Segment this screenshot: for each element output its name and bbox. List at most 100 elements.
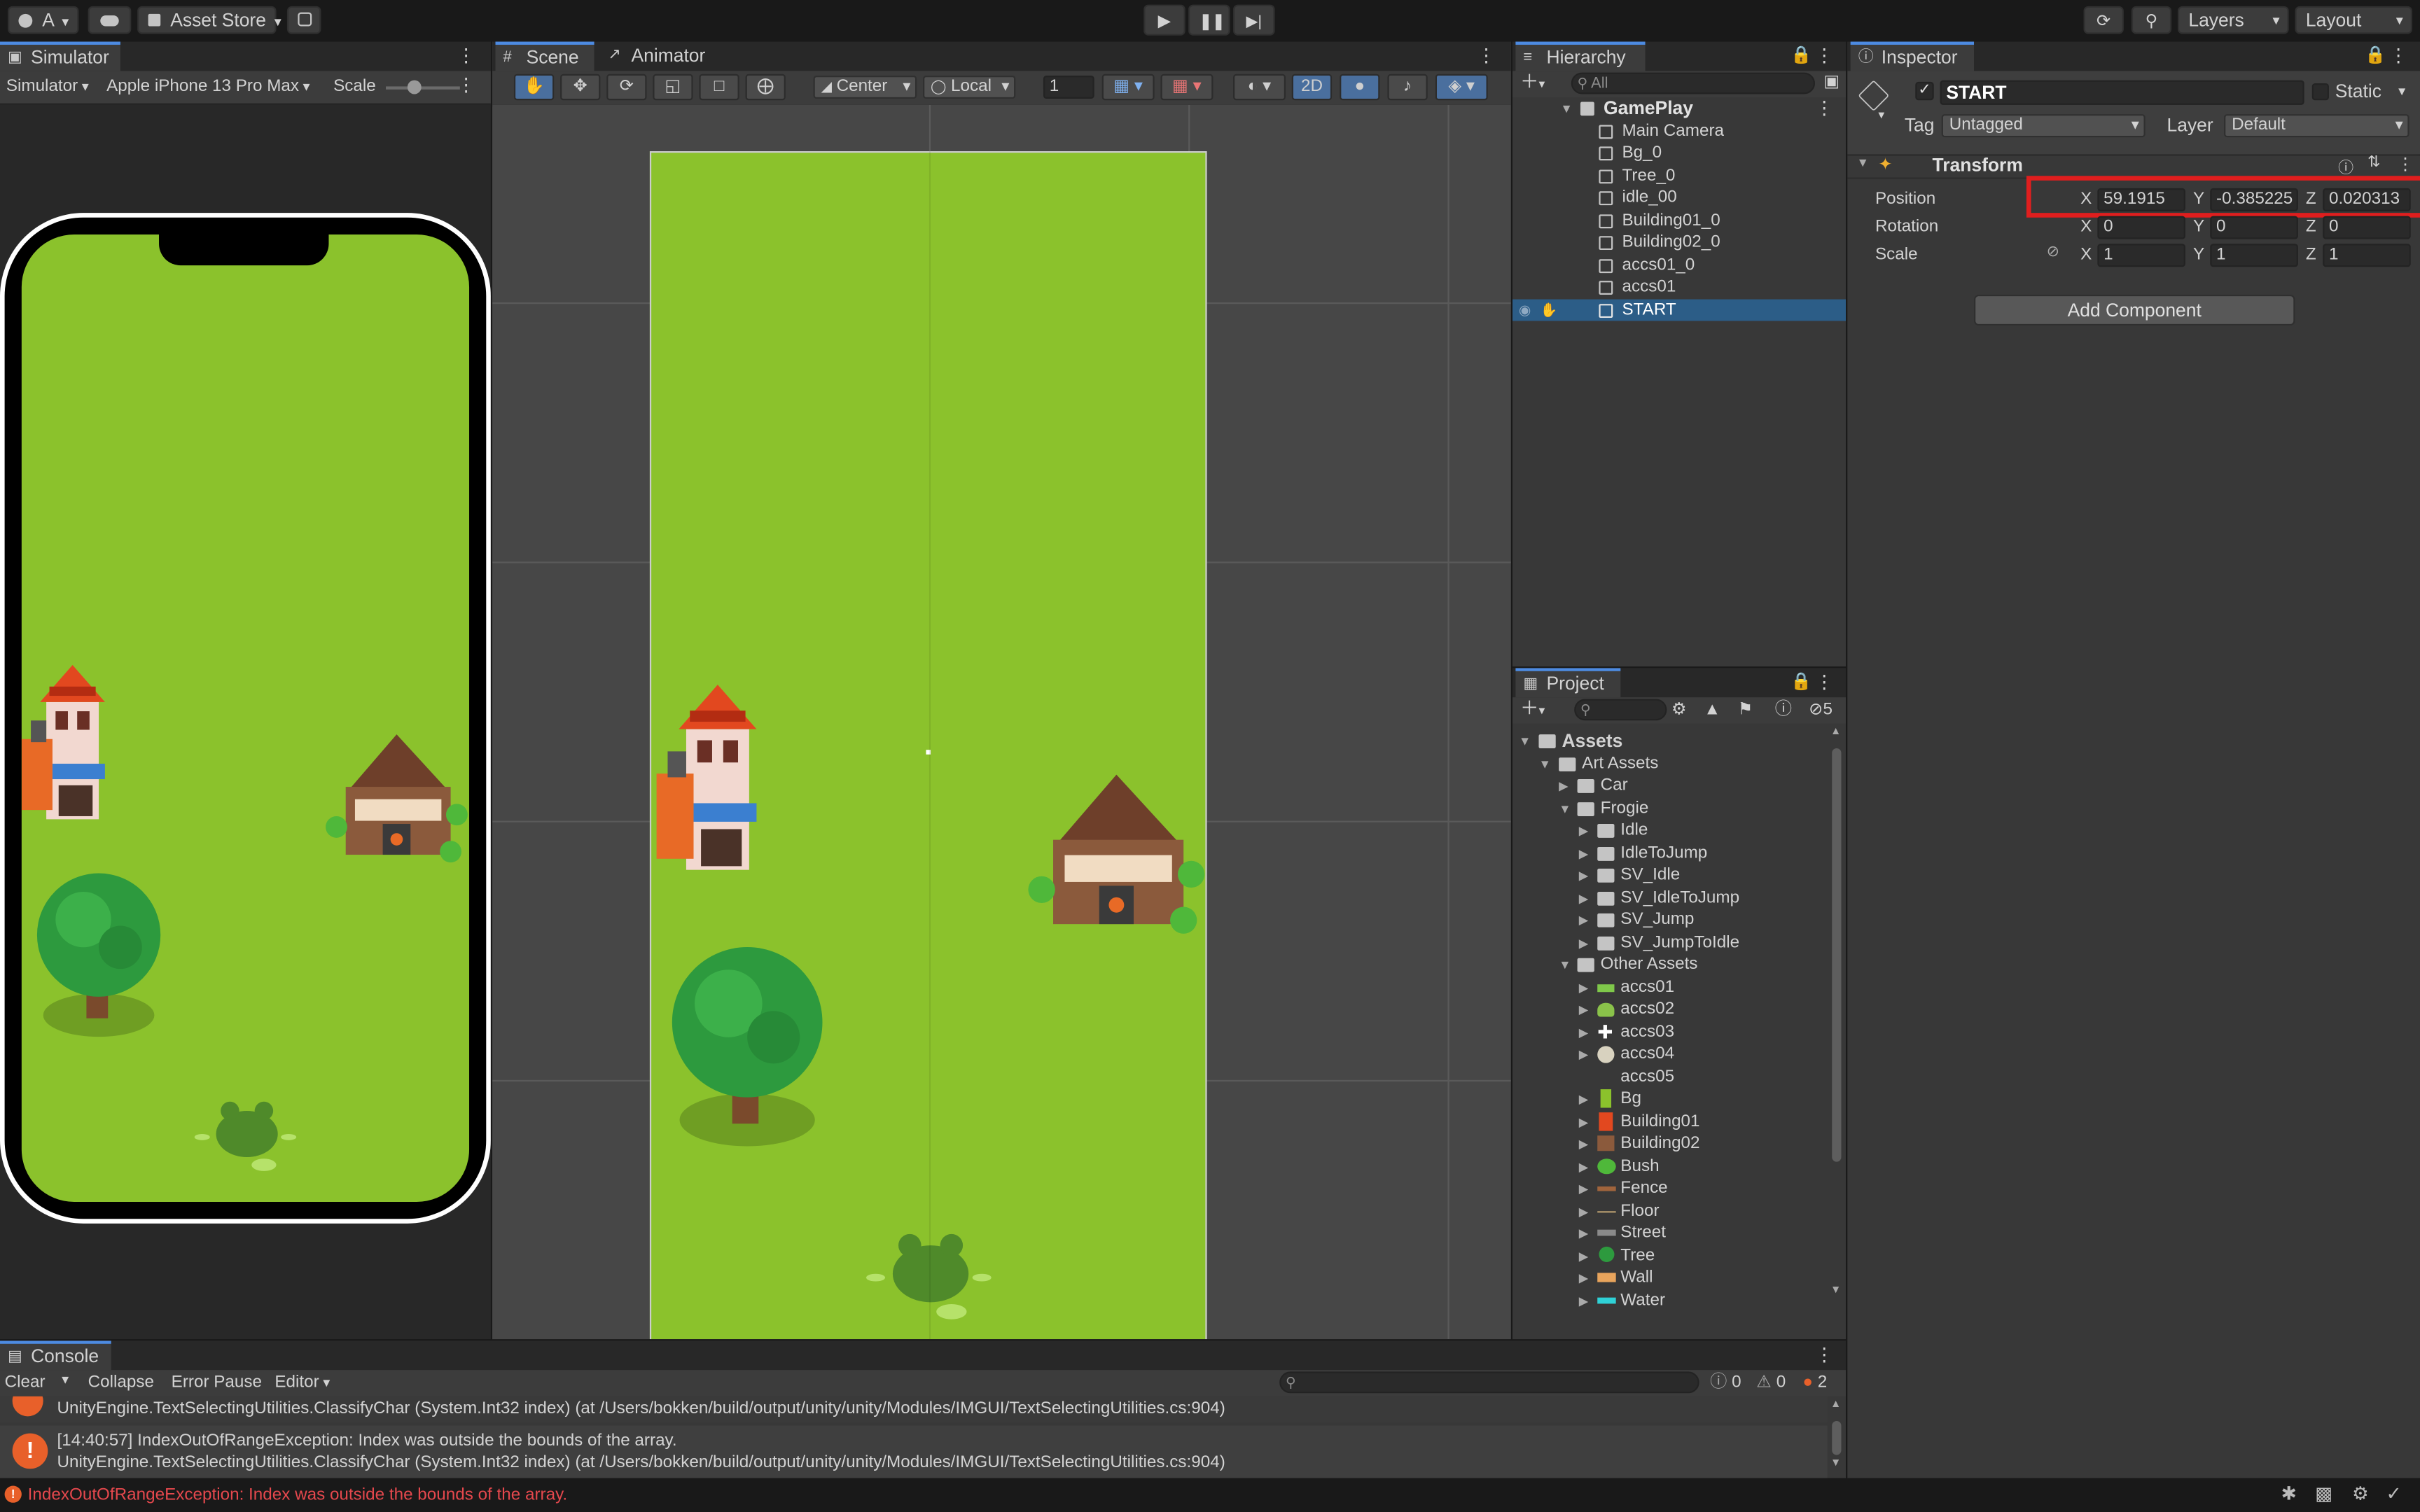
preset-icon[interactable]: ⇅ [2367,154,2380,171]
filter-by-label-icon[interactable]: ▲ [1704,699,1720,722]
account-button[interactable]: A ▾ [8,6,79,34]
project-asset-item[interactable]: ▶ Bush [1512,1155,1830,1177]
tab-hierarchy[interactable]: ≡ Hierarchy [1515,41,1646,71]
scroll-down-icon[interactable]: ▼ [1830,1285,1841,1296]
rotation-x-input[interactable]: 0 [2097,216,2185,239]
tab-animator[interactable]: ↗ Animator [600,42,714,71]
simulator-mode-dropdown[interactable]: Simulator ▾ [6,76,89,99]
error-count-toggle[interactable]: ● 2 [1802,1371,1827,1394]
pause-button[interactable]: ❚❚ [1188,4,1230,36]
project-asset-item[interactable]: ▶ Wall [1512,1267,1830,1289]
project-folder-frogie[interactable]: ▼ Frogie [1512,797,1830,819]
project-scrollbar-thumb[interactable] [1832,748,1842,1162]
project-asset-item[interactable]: ▶ Fence [1512,1177,1830,1200]
project-folder-item[interactable]: ▶ SV_JumpToIdle [1512,931,1830,953]
play-button[interactable]: ▶ [1143,4,1185,36]
console-scrollbar[interactable]: ▲ ▼ [1830,1399,1843,1476]
tab-scene[interactable]: # Scene [495,41,594,71]
hierarchy-scene-row[interactable]: ▼ GamePlay ⋮ [1512,97,1846,120]
more-options-icon[interactable]: ⋮ [1477,45,1495,68]
scale-tool-button[interactable]: ◱ [653,74,693,101]
rotation-x-label[interactable]: X [2080,216,2092,239]
console-log-entry[interactable]: ! [14:40:57] IndexOutOfRangeException: I… [0,1425,1828,1478]
object-name-input[interactable]: START [1940,80,2304,105]
tag-dropdown[interactable]: Untagged [1941,114,2146,138]
project-folder-item[interactable]: ▶ SV_Idle [1512,864,1830,886]
warning-count-toggle[interactable]: ⚠ 0 [1756,1371,1786,1394]
pickable-hand-icon[interactable]: ✋ [1541,298,1558,321]
help-icon[interactable]: ⓘ [2338,154,2353,177]
project-folder-item[interactable]: ▶ SV_Jump [1512,909,1830,931]
more-options-icon[interactable]: ⋮ [457,45,475,68]
console-search-input[interactable]: ⚲ [1279,1371,1699,1394]
hierarchy-item[interactable]: Tree_0 [1512,164,1846,187]
scale-slider[interactable] [386,80,460,94]
info-icon[interactable]: ⓘ [1775,699,1792,722]
collapse-button[interactable]: Collapse [88,1371,154,1394]
project-asset-item[interactable]: ▶ Building02 [1512,1133,1830,1155]
error-pause-button[interactable]: Error Pause [172,1371,262,1394]
status-message[interactable]: IndexOutOfRangeException: Index was outs… [28,1484,567,1507]
rotation-z-label[interactable]: Z [2306,216,2316,239]
project-folder-item[interactable]: ▶ Idle [1512,819,1830,841]
chevron-down-icon[interactable]: ▾ [2398,83,2405,100]
scroll-up-icon[interactable]: ▲ [1830,1399,1841,1410]
tab-inspector[interactable]: ⓘ Inspector [1850,41,1975,71]
project-folder-item[interactable]: ▶ SV_IdleToJump [1512,886,1830,909]
static-checkbox[interactable] [2311,83,2329,101]
search-by-type-icon[interactable]: ⚙ [1671,699,1687,722]
hierarchy-item[interactable]: Building02_0 [1512,232,1846,254]
effects-toggle-button[interactable]: ◈ ▾ [1435,74,1488,101]
hierarchy-item[interactable]: accs01 [1512,276,1846,299]
project-folder-item[interactable]: ▶ IdleToJump [1512,841,1830,864]
hierarchy-item[interactable]: Bg_0 [1512,142,1846,164]
scale-x-input[interactable]: 1 [2097,244,2185,267]
hierarchy-item[interactable]: Building01_0 [1512,209,1846,232]
constrain-proportions-icon[interactable]: ⊘ [2047,244,2059,260]
hierarchy-item[interactable]: accs01_0 [1512,254,1846,276]
scale-y-label[interactable]: Y [2193,244,2204,267]
create-button[interactable]: ＋▾ [1520,71,1545,95]
progress-complete-icon[interactable]: ✓ [2386,1483,2402,1504]
project-asset-item[interactable]: ▶ Floor [1512,1200,1830,1222]
project-folder-art-assets[interactable]: ▼ Art Assets [1512,752,1830,774]
phone-screen[interactable] [21,234,470,1202]
grid-size-input[interactable]: 1 [1043,75,1094,99]
clear-options-dropdown-icon[interactable]: ▾ [62,1371,69,1388]
history-button[interactable]: ⟳ [2083,6,2124,34]
debug-mode-icon[interactable]: ✱ [2281,1483,2297,1504]
layer-dropdown[interactable]: Default [2224,114,2409,138]
clear-button[interactable]: Clear [5,1371,46,1394]
lock-icon[interactable]: 🔒 [1790,45,1811,68]
audio-toggle-button[interactable]: ♪ [1387,74,1428,101]
lock-icon[interactable]: 🔒 [2365,45,2386,68]
2d-toggle-button[interactable]: 2D [1291,74,1333,101]
rotation-z-input[interactable]: 0 [2323,216,2411,239]
rect-tool-button[interactable]: □ [699,74,739,101]
project-scrollbar[interactable]: ▲ ▼ [1830,727,1843,1304]
hierarchy-search-input[interactable]: ⚲ All [1571,72,1815,94]
tag-icon[interactable]: ⚑ [1738,699,1753,722]
console-log-entry[interactable]: UnityEngine.TextSelectingUtilities.Class… [0,1396,1828,1423]
grid-snap-button[interactable]: ▦ ▾ [1101,74,1155,101]
scene-visibility-icon[interactable]: ▣ [1823,71,1840,94]
cloud-button[interactable] [88,6,132,34]
lock-icon[interactable]: 🔒 [1790,671,1811,694]
hierarchy-item[interactable]: idle_00 [1512,187,1846,209]
more-options-icon[interactable]: ⋮ [1815,45,1833,68]
network-icon[interactable]: ▩ [2315,1483,2332,1504]
create-asset-button[interactable]: ＋▾ [1520,697,1545,722]
draw-mode-button[interactable]: ◐ ▾ [1233,74,1286,101]
cache-icon[interactable]: ⚙ [2352,1483,2369,1504]
project-asset-item[interactable]: ▶ Water [1512,1289,1830,1312]
project-asset-item[interactable]: ▶ accs02 [1512,998,1830,1021]
log-count-toggle[interactable]: ⓘ 0 [1710,1371,1741,1394]
tab-project[interactable]: ▦ Project [1515,668,1621,698]
project-asset-item[interactable]: ▶ Street [1512,1222,1830,1245]
scale-z-input[interactable]: 1 [2323,244,2411,267]
scale-slider-handle[interactable] [408,80,422,94]
project-asset-item[interactable]: ▶ accs04 [1512,1043,1830,1065]
scale-x-label[interactable]: X [2080,244,2092,267]
rotation-y-input[interactable]: 0 [2210,216,2298,239]
scale-z-label[interactable]: Z [2306,244,2316,267]
